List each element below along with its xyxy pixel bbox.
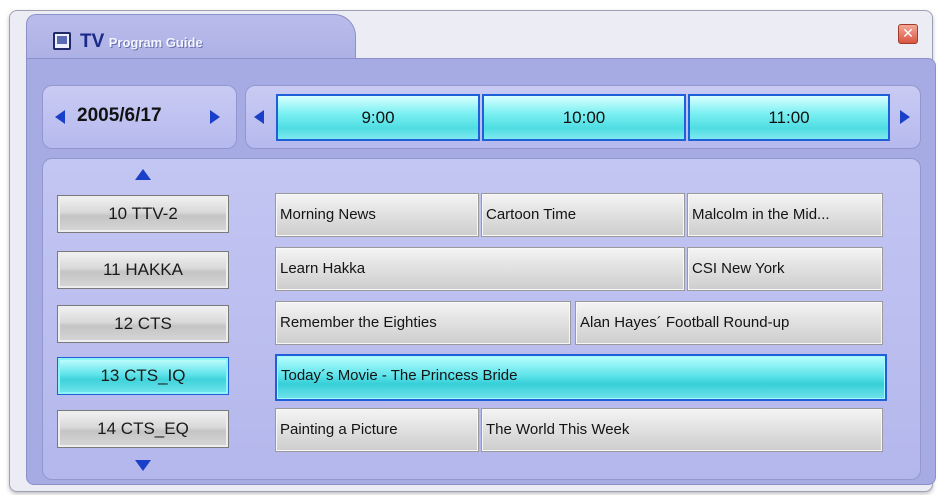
arrow-right-icon[interactable] <box>900 110 910 124</box>
close-icon: ✕ <box>902 26 914 42</box>
close-button[interactable]: ✕ <box>898 24 918 44</box>
program-cell[interactable]: Remember the Eighties <box>275 301 571 345</box>
arrow-up-icon[interactable] <box>135 169 151 180</box>
title-sub: Program Guide <box>108 35 203 50</box>
program-cell[interactable]: Alan Hayes´ Football Round-up <box>575 301 883 345</box>
time-slot[interactable]: 11:00 <box>688 94 890 141</box>
program-cell[interactable]: Cartoon Time <box>481 193 685 237</box>
channel-button-selected[interactable]: 13 CTS_IQ <box>57 357 229 395</box>
channel-button[interactable]: 10 TTV-2 <box>57 195 229 233</box>
channel-button[interactable]: 12 CTS <box>57 305 229 343</box>
title-main: TV <box>80 31 105 52</box>
arrow-left-icon[interactable] <box>55 110 65 124</box>
program-cell[interactable]: The World This Week <box>481 408 883 452</box>
arrow-right-icon[interactable] <box>210 110 220 124</box>
program-cell[interactable]: Painting a Picture <box>275 408 479 452</box>
program-cell[interactable]: Malcolm in the Mid... <box>687 193 883 237</box>
program-cell[interactable]: CSI New York <box>687 247 883 291</box>
date-label: 2005/6/17 <box>77 105 162 126</box>
program-cell[interactable]: Learn Hakka <box>275 247 685 291</box>
arrow-left-icon[interactable] <box>254 110 264 124</box>
channel-button[interactable]: 14 CTS_EQ <box>57 410 229 448</box>
tv-guide-icon <box>53 32 71 50</box>
channel-button[interactable]: 11 HAKKA <box>57 251 229 289</box>
arrow-down-icon[interactable] <box>135 460 151 471</box>
window-title: TV Program Guide <box>80 30 203 54</box>
program-cell[interactable]: Morning News <box>275 193 479 237</box>
time-slot[interactable]: 10:00 <box>482 94 686 141</box>
program-cell-selected[interactable]: Today´s Movie - The Princess Bride <box>275 354 887 401</box>
time-slot[interactable]: 9:00 <box>276 94 480 141</box>
